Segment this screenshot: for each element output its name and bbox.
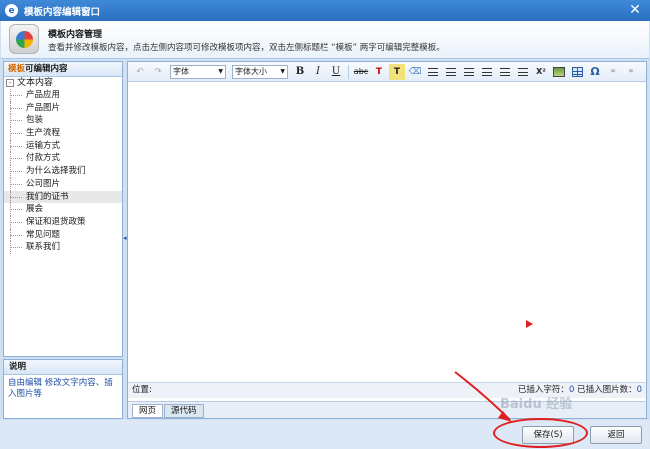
tab-webpage[interactable]: 网页 xyxy=(132,404,164,418)
header-title: 模板内容管理 xyxy=(48,30,103,40)
template-manager-icon xyxy=(9,24,39,54)
superscript-button[interactable]: X² xyxy=(533,64,549,80)
collapse-icon[interactable]: - xyxy=(6,79,14,87)
bold-button[interactable]: B xyxy=(292,64,308,80)
font-color-icon[interactable]: T xyxy=(371,64,387,80)
content-tree-panel: 模板可编辑内容 - 文本内容 产品应用 产品图片 包装 生产流程 运输方式 付款… xyxy=(3,61,123,357)
tree-item[interactable]: 包装 xyxy=(4,114,122,127)
underline-button[interactable]: U xyxy=(328,64,344,80)
back-button[interactable]: 返回 xyxy=(590,426,642,444)
special-char-icon[interactable]: Ω xyxy=(587,64,603,80)
red-triangle-marker xyxy=(526,320,533,328)
justify-icon[interactable] xyxy=(479,64,495,80)
editor-toolbar: ↶ ↷ 字体 ▼ 字体大小 ▼ B I U abc T T ⌫ X² Ω ⚭ ⚭ xyxy=(128,62,646,82)
font-size-value: 字体大小 xyxy=(235,66,267,76)
editor-content-area[interactable] xyxy=(128,82,646,382)
tree-item[interactable]: 生产流程 xyxy=(4,127,122,140)
tree-item[interactable]: 产品图片 xyxy=(4,101,122,115)
tree-title-rest: 可编辑内容 xyxy=(25,64,68,74)
indent-icon[interactable] xyxy=(515,64,531,80)
tree-item[interactable]: 运输方式 xyxy=(4,139,122,153)
header: 模板内容管理 查看并修改模板内容，点击左侧内容项可修改模板项内容，双击左侧标题栏… xyxy=(1,21,649,59)
toolbar-divider xyxy=(348,64,349,79)
tree-title-accent: 模板 xyxy=(8,64,26,74)
link-icon[interactable]: ⚭ xyxy=(605,64,621,80)
help-title: 说明 xyxy=(4,360,122,375)
title-bar: e 模板内容编辑窗口 ✕ xyxy=(0,0,650,21)
align-right-icon[interactable] xyxy=(461,64,477,80)
tree-item[interactable]: 付款方式 xyxy=(4,152,122,165)
close-window-button[interactable]: ✕ xyxy=(624,2,646,18)
inserted-images-count: 0 xyxy=(636,385,642,395)
font-family-select[interactable]: 字体 ▼ xyxy=(170,64,226,79)
chevron-down-icon: ▼ xyxy=(218,67,223,75)
rich-text-editor: ↶ ↷ 字体 ▼ 字体大小 ▼ B I U abc T T ⌫ X² Ω ⚭ ⚭ 位… xyxy=(127,61,647,419)
inserted-images-label: 已插入图片数： xyxy=(577,385,637,395)
align-left-icon[interactable] xyxy=(425,64,441,80)
tab-source-code[interactable]: 源代码 xyxy=(164,404,204,418)
unlink-icon[interactable]: ⚭ xyxy=(623,64,639,80)
strikethrough-button[interactable]: abc xyxy=(353,64,369,80)
insert-table-icon[interactable] xyxy=(569,64,585,80)
tree-panel-title[interactable]: 模板可编辑内容 xyxy=(4,62,122,77)
font-family-value: 字体 xyxy=(173,66,189,76)
help-panel: 说明 自由编辑 修改文字内容、插入图片等 xyxy=(3,359,123,419)
italic-button[interactable]: I xyxy=(310,64,326,80)
background-color-icon[interactable]: T xyxy=(389,63,405,80)
tree-root-label: 文本内容 xyxy=(17,78,54,88)
insert-image-icon[interactable] xyxy=(551,64,567,80)
list-icon[interactable] xyxy=(497,64,513,80)
redo-icon[interactable]: ↷ xyxy=(150,64,166,80)
window-title: 模板内容编辑窗口 xyxy=(24,6,101,18)
eraser-icon[interactable]: ⌫ xyxy=(407,64,423,80)
tree-item[interactable]: 常见问题 xyxy=(4,228,122,242)
app-icon: e xyxy=(5,4,18,17)
tree-item[interactable]: 公司图片 xyxy=(4,177,122,191)
tree-item[interactable]: 产品应用 xyxy=(4,89,122,102)
annotation-ellipse xyxy=(493,418,588,448)
tree-item[interactable]: 为什么选择我们 xyxy=(4,165,122,178)
tree-root-text-content[interactable]: - 文本内容 xyxy=(4,77,122,89)
position-label: 位置: xyxy=(132,385,152,395)
header-description: 查看并修改模板内容，点击左侧内容项可修改模板项内容，双击左侧标题栏 “模板” 两… xyxy=(48,43,445,53)
baidu-watermark: Baidu 经验 xyxy=(500,397,573,412)
undo-icon[interactable]: ↶ xyxy=(132,64,148,80)
tree-list: 产品应用 产品图片 包装 生产流程 运输方式 付款方式 为什么选择我们 公司图片… xyxy=(4,89,122,254)
help-text: 自由编辑 修改文字内容、插入图片等 xyxy=(8,378,113,399)
tree-item[interactable]: 联系我们 xyxy=(4,241,122,254)
tree-item[interactable]: 展会 xyxy=(4,203,122,216)
align-center-icon[interactable] xyxy=(443,64,459,80)
tree-item[interactable]: 保证和退货政策 xyxy=(4,215,122,229)
font-size-select[interactable]: 字体大小 ▼ xyxy=(232,64,288,79)
tree-item-selected[interactable]: 我们的证书 xyxy=(4,190,122,204)
chevron-down-icon: ▼ xyxy=(280,67,285,75)
